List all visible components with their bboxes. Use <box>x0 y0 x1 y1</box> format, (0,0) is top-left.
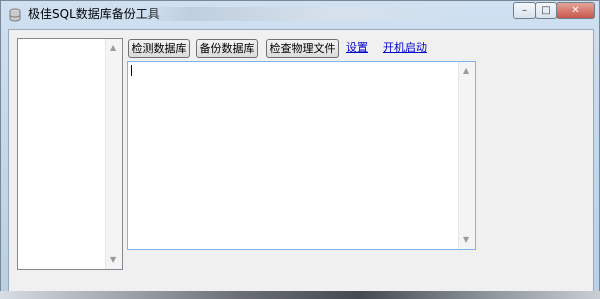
scroll-down-icon[interactable]: ▼ <box>110 256 116 264</box>
blurred-region <box>143 7 463 21</box>
scroll-down-icon[interactable]: ▼ <box>463 236 469 244</box>
client-area: ▲ ▼ 检测数据库 备份数据库 检查物理文件 设置 开机启动 ▲ ▼ <box>8 29 594 293</box>
close-icon: ✕ <box>571 5 580 16</box>
window-title: 极佳SQL数据库备份工具 <box>28 7 160 21</box>
check-physical-files-button[interactable]: 检查物理文件 <box>266 39 339 58</box>
settings-link[interactable]: 设置 <box>346 40 368 55</box>
minimize-icon: – <box>522 5 527 16</box>
autostart-link[interactable]: 开机启动 <box>383 40 427 55</box>
log-scrollbar[interactable]: ▲ ▼ <box>458 62 475 249</box>
check-database-button[interactable]: 检测数据库 <box>128 39 190 58</box>
app-window: 极佳SQL数据库备份工具 – □ ✕ ▲ ▼ 检测数据库 备份数据库 检查物理文… <box>0 0 600 299</box>
database-list[interactable]: ▲ ▼ <box>17 38 123 270</box>
list-scrollbar[interactable]: ▲ ▼ <box>105 39 122 269</box>
close-button[interactable]: ✕ <box>556 2 595 19</box>
title-bar[interactable]: 极佳SQL数据库备份工具 – □ ✕ <box>1 1 599 27</box>
scroll-up-icon[interactable]: ▲ <box>110 44 116 52</box>
maximize-button[interactable]: □ <box>535 2 557 19</box>
scroll-up-icon[interactable]: ▲ <box>463 67 469 75</box>
log-output-textarea[interactable]: ▲ ▼ <box>127 61 476 250</box>
blurred-taskbar-strip <box>0 291 600 299</box>
minimize-button[interactable]: – <box>513 2 536 19</box>
maximize-icon: □ <box>541 5 551 16</box>
database-icon <box>8 7 22 22</box>
text-caret <box>131 65 132 76</box>
backup-database-button[interactable]: 备份数据库 <box>196 39 258 58</box>
